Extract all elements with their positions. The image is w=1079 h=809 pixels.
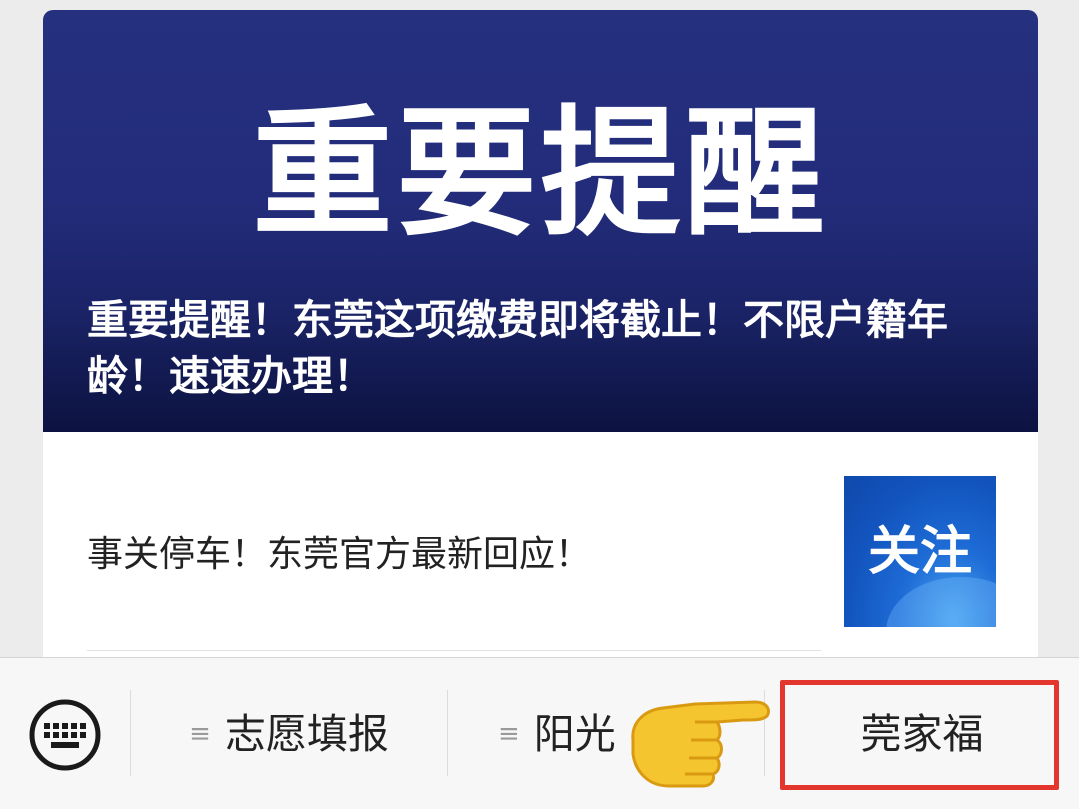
bottom-menu-bar: ≡ 志愿填报 ≡ 阳光 莞家福	[0, 657, 1079, 809]
cover-title-text: 重要提醒	[252, 93, 829, 256]
pointing-hand-icon	[631, 700, 770, 788]
highlight-box	[780, 680, 1059, 790]
menu-lines-icon: ≡	[498, 719, 520, 749]
article-card: 重要提醒 重要提醒！东莞这项缴费即将截止！不限户籍年龄！速速办理！ 事关停车！东…	[43, 10, 1038, 710]
item-divider	[87, 650, 821, 651]
menu-item-label: 阳光	[533, 709, 616, 758]
menu-item-label: 志愿填报	[224, 709, 389, 758]
secondary-article-title: 事关停车！东莞官方最新回应！	[87, 534, 592, 575]
secondary-article-thumbnail: 关注	[844, 476, 996, 627]
wechat-chat-screen: 重要提醒 重要提醒！东莞这项缴费即将截止！不限户籍年龄！速速办理！ 事关停车！东…	[0, 0, 1079, 809]
menu-lines-icon: ≡	[189, 719, 211, 749]
thumbnail-text: 关注	[867, 522, 972, 582]
article-headline: 重要提醒！东莞这项缴费即将截止！不限户籍年龄！速速办理！	[87, 296, 948, 400]
thumbnail-globe-decoration	[886, 577, 996, 627]
menu-item-volunteer-application[interactable]: ≡ 志愿填报	[131, 658, 447, 809]
keyboard-toggle-button[interactable]	[0, 658, 130, 809]
keyboard-icon	[29, 699, 101, 771]
secondary-article-item[interactable]: 事关停车！东莞官方最新回应！ 关注	[43, 432, 1038, 662]
article-cover[interactable]: 重要提醒 重要提醒！东莞这项缴费即将截止！不限户籍年龄！速速办理！	[43, 10, 1038, 432]
